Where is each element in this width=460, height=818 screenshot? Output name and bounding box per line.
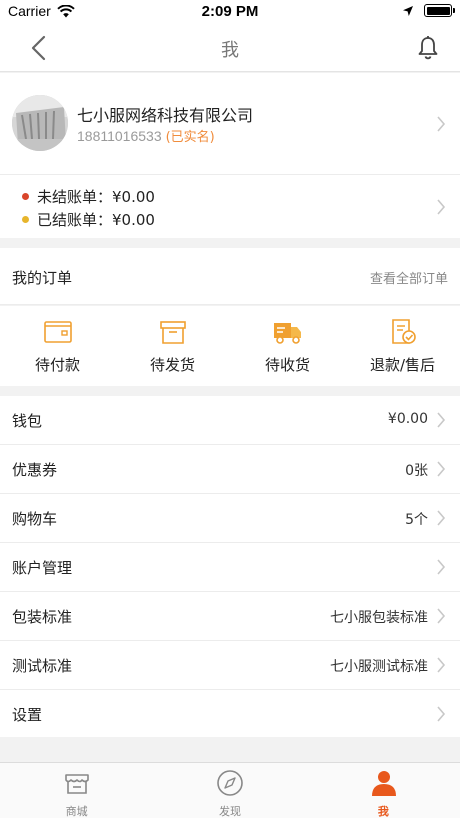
view-all-orders-link[interactable]: 查看全部订单 — [370, 268, 448, 287]
order-pending-shipment-label: 待发货 — [149, 356, 195, 374]
chevron-right-icon — [437, 657, 446, 673]
tab-me-label: 我 — [377, 805, 389, 818]
chevron-right-icon — [437, 510, 446, 526]
tab-store[interactable]: 商城 — [0, 763, 153, 818]
status-right — [402, 4, 455, 17]
avatar[interactable] — [12, 95, 68, 151]
menu-item-value: 5个 — [405, 512, 428, 528]
menu-item-label: 购物车 — [12, 510, 58, 528]
menu-item-cart[interactable]: 购物车 5个 — [0, 494, 460, 543]
unsettled-dot — [22, 193, 29, 200]
order-refund-aftersales[interactable]: 退款/售后 — [345, 306, 460, 386]
bell-icon[interactable] — [416, 34, 440, 62]
menu-list: 钱包 ¥0.00 优惠券 0张 购物车 5个 账户管理 包装标准 七小服包装标准… — [0, 396, 460, 737]
menu-item-label: 测试标准 — [12, 657, 73, 675]
status-time: 2:09 PM — [201, 3, 259, 20]
chevron-right-icon — [437, 559, 446, 575]
settled-dot — [22, 216, 29, 223]
settled-bill: 已结账单：¥0.00 — [22, 209, 155, 230]
chevron-right-icon — [437, 199, 446, 215]
order-pending-receipt[interactable]: 待收货 — [230, 306, 345, 386]
chevron-right-icon — [437, 706, 446, 722]
order-pending-payment-label: 待付款 — [34, 356, 80, 374]
company-name: 七小服网络科技有限公司 — [77, 106, 254, 125]
menu-item-value: 七小服包装标准 — [330, 610, 428, 626]
avatar-image — [12, 95, 68, 151]
tab-discover[interactable]: 发现 — [153, 763, 306, 818]
page-title: 我 — [221, 40, 239, 61]
profile-card[interactable]: 七小服网络科技有限公司 18811016533 (已实名) — [0, 73, 460, 175]
menu-item-label: 优惠券 — [12, 461, 58, 479]
menu-item-wallet[interactable]: 钱包 ¥0.00 — [0, 396, 460, 445]
menu-item-testing[interactable]: 测试标准 七小服测试标准 — [0, 641, 460, 690]
menu-item-label: 钱包 — [12, 412, 43, 430]
order-pending-shipment[interactable]: 待发货 — [115, 306, 230, 386]
chevron-right-icon — [437, 461, 446, 477]
order-pending-receipt-label: 待收货 — [264, 356, 310, 374]
menu-item-settings[interactable]: 设置 — [0, 690, 460, 739]
order-status-row: 待付款 待发货 待收货 退款/售后 — [0, 306, 460, 386]
menu-item-coupons[interactable]: 优惠券 0张 — [0, 445, 460, 494]
orders-title: 我的订单 — [12, 269, 73, 287]
menu-item-account[interactable]: 账户管理 — [0, 543, 460, 592]
phone-line: 18811016533 (已实名) — [77, 126, 215, 145]
menu-item-value: ¥0.00 — [387, 411, 428, 427]
settled-bill-label: 已结账单：¥0.00 — [37, 211, 155, 229]
phone-number: 18811016533 — [77, 128, 162, 144]
receipt-check-icon — [392, 319, 416, 344]
battery-icon — [424, 4, 455, 17]
truck-icon — [274, 323, 301, 344]
store-icon — [65, 774, 89, 794]
order-refund-aftersales-label: 退款/售后 — [369, 356, 436, 374]
unsettled-bill-label: 未结账单：¥0.00 — [37, 188, 155, 206]
wallet-icon — [44, 321, 72, 343]
status-bar: Carrier 2:09 PM — [0, 0, 460, 24]
person-icon — [371, 771, 396, 796]
unsettled-bill: 未结账单：¥0.00 — [22, 186, 155, 207]
tab-discover-label: 发现 — [218, 805, 241, 818]
menu-item-value: 七小服测试标准 — [330, 659, 428, 675]
tab-store-label: 商城 — [65, 805, 88, 818]
location-arrow-icon — [403, 5, 413, 16]
navigation-bar: 我 — [0, 24, 460, 72]
compass-icon — [217, 770, 244, 796]
order-pending-payment[interactable]: 待付款 — [0, 306, 115, 386]
box-icon — [160, 321, 186, 344]
tab-me[interactable]: 我 — [307, 763, 460, 818]
chevron-right-icon — [437, 412, 446, 428]
chevron-right-icon — [437, 116, 446, 132]
menu-item-label: 账户管理 — [12, 559, 73, 577]
menu-item-label: 设置 — [12, 706, 43, 724]
menu-item-packaging[interactable]: 包装标准 七小服包装标准 — [0, 592, 460, 641]
chevron-right-icon — [437, 608, 446, 624]
bills-card[interactable]: 未结账单：¥0.00 已结账单：¥0.00 — [0, 175, 460, 238]
tab-bar: 商城 发现 我 — [0, 762, 460, 818]
menu-item-label: 包装标准 — [12, 608, 73, 626]
menu-item-value: 0张 — [405, 463, 428, 479]
orders-header: 我的订单 查看全部订单 — [0, 248, 460, 305]
verified-badge: (已实名) — [165, 130, 215, 145]
